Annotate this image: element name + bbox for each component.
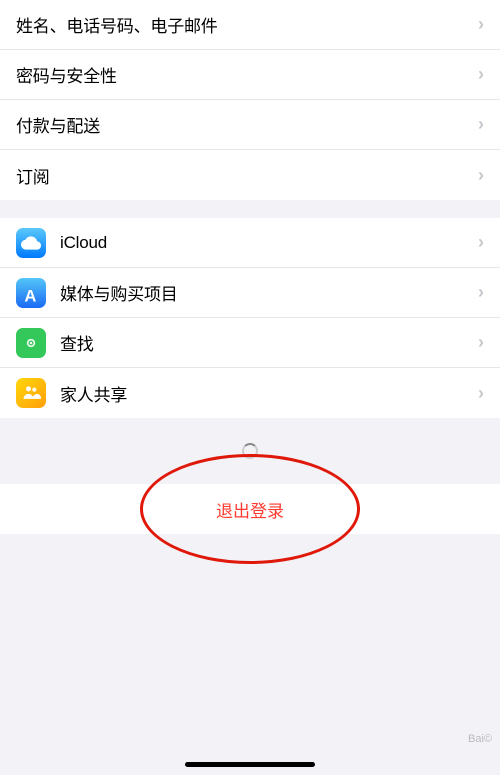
name-phone-email-label: 姓名、电话号码、电子邮件 xyxy=(16,12,478,37)
media-purchases-item[interactable]: A 媒体与购买项目 › xyxy=(0,268,500,318)
icloud-icon xyxy=(16,228,46,258)
findmy-label: 查找 xyxy=(60,330,478,355)
logout-section: 退出登录 xyxy=(0,484,500,534)
chevron-icon: › xyxy=(478,114,484,135)
icloud-item[interactable]: iCloud › xyxy=(0,218,500,268)
chevron-icon: › xyxy=(478,14,484,35)
section-divider-2 xyxy=(0,418,500,436)
name-phone-email-item[interactable]: 姓名、电话号码、电子邮件 › xyxy=(0,0,500,50)
subscriptions-label: 订阅 xyxy=(16,163,478,188)
logout-label: 退出登录 xyxy=(216,497,284,522)
chevron-icon: › xyxy=(478,332,484,353)
chevron-icon: › xyxy=(478,165,484,186)
password-security-label: 密码与安全性 xyxy=(16,62,478,87)
section-divider xyxy=(0,200,500,218)
subscriptions-item[interactable]: 订阅 › xyxy=(0,150,500,200)
findmy-item[interactable]: 查找 › xyxy=(0,318,500,368)
chevron-icon: › xyxy=(478,383,484,404)
chevron-icon: › xyxy=(478,232,484,253)
chevron-icon: › xyxy=(478,282,484,303)
appstore-icon: A xyxy=(16,278,46,308)
logout-button[interactable]: 退出登录 xyxy=(0,484,500,534)
loading-spinner xyxy=(242,443,258,459)
account-section: 姓名、电话号码、电子邮件 › 密码与安全性 › 付款与配送 › 订阅 › xyxy=(0,0,500,200)
svg-text:A: A xyxy=(24,286,36,303)
icloud-label: iCloud xyxy=(60,233,478,253)
watermark: Bai© xyxy=(468,733,492,745)
password-security-item[interactable]: 密码与安全性 › xyxy=(0,50,500,100)
spinner-area xyxy=(0,436,500,466)
payment-delivery-item[interactable]: 付款与配送 › xyxy=(0,100,500,150)
home-indicator xyxy=(185,762,315,767)
settings-list: 姓名、电话号码、电子邮件 › 密码与安全性 › 付款与配送 › 订阅 › iCl… xyxy=(0,0,500,534)
family-sharing-item[interactable]: 家人共享 › xyxy=(0,368,500,418)
media-purchases-label: 媒体与购买项目 xyxy=(60,280,478,305)
payment-delivery-label: 付款与配送 xyxy=(16,112,478,137)
family-sharing-label: 家人共享 xyxy=(60,381,478,406)
family-icon xyxy=(16,378,46,408)
findmy-icon xyxy=(16,328,46,358)
chevron-icon: › xyxy=(478,64,484,85)
services-section: iCloud › A 媒体与购买项目 › 查找 xyxy=(0,218,500,418)
